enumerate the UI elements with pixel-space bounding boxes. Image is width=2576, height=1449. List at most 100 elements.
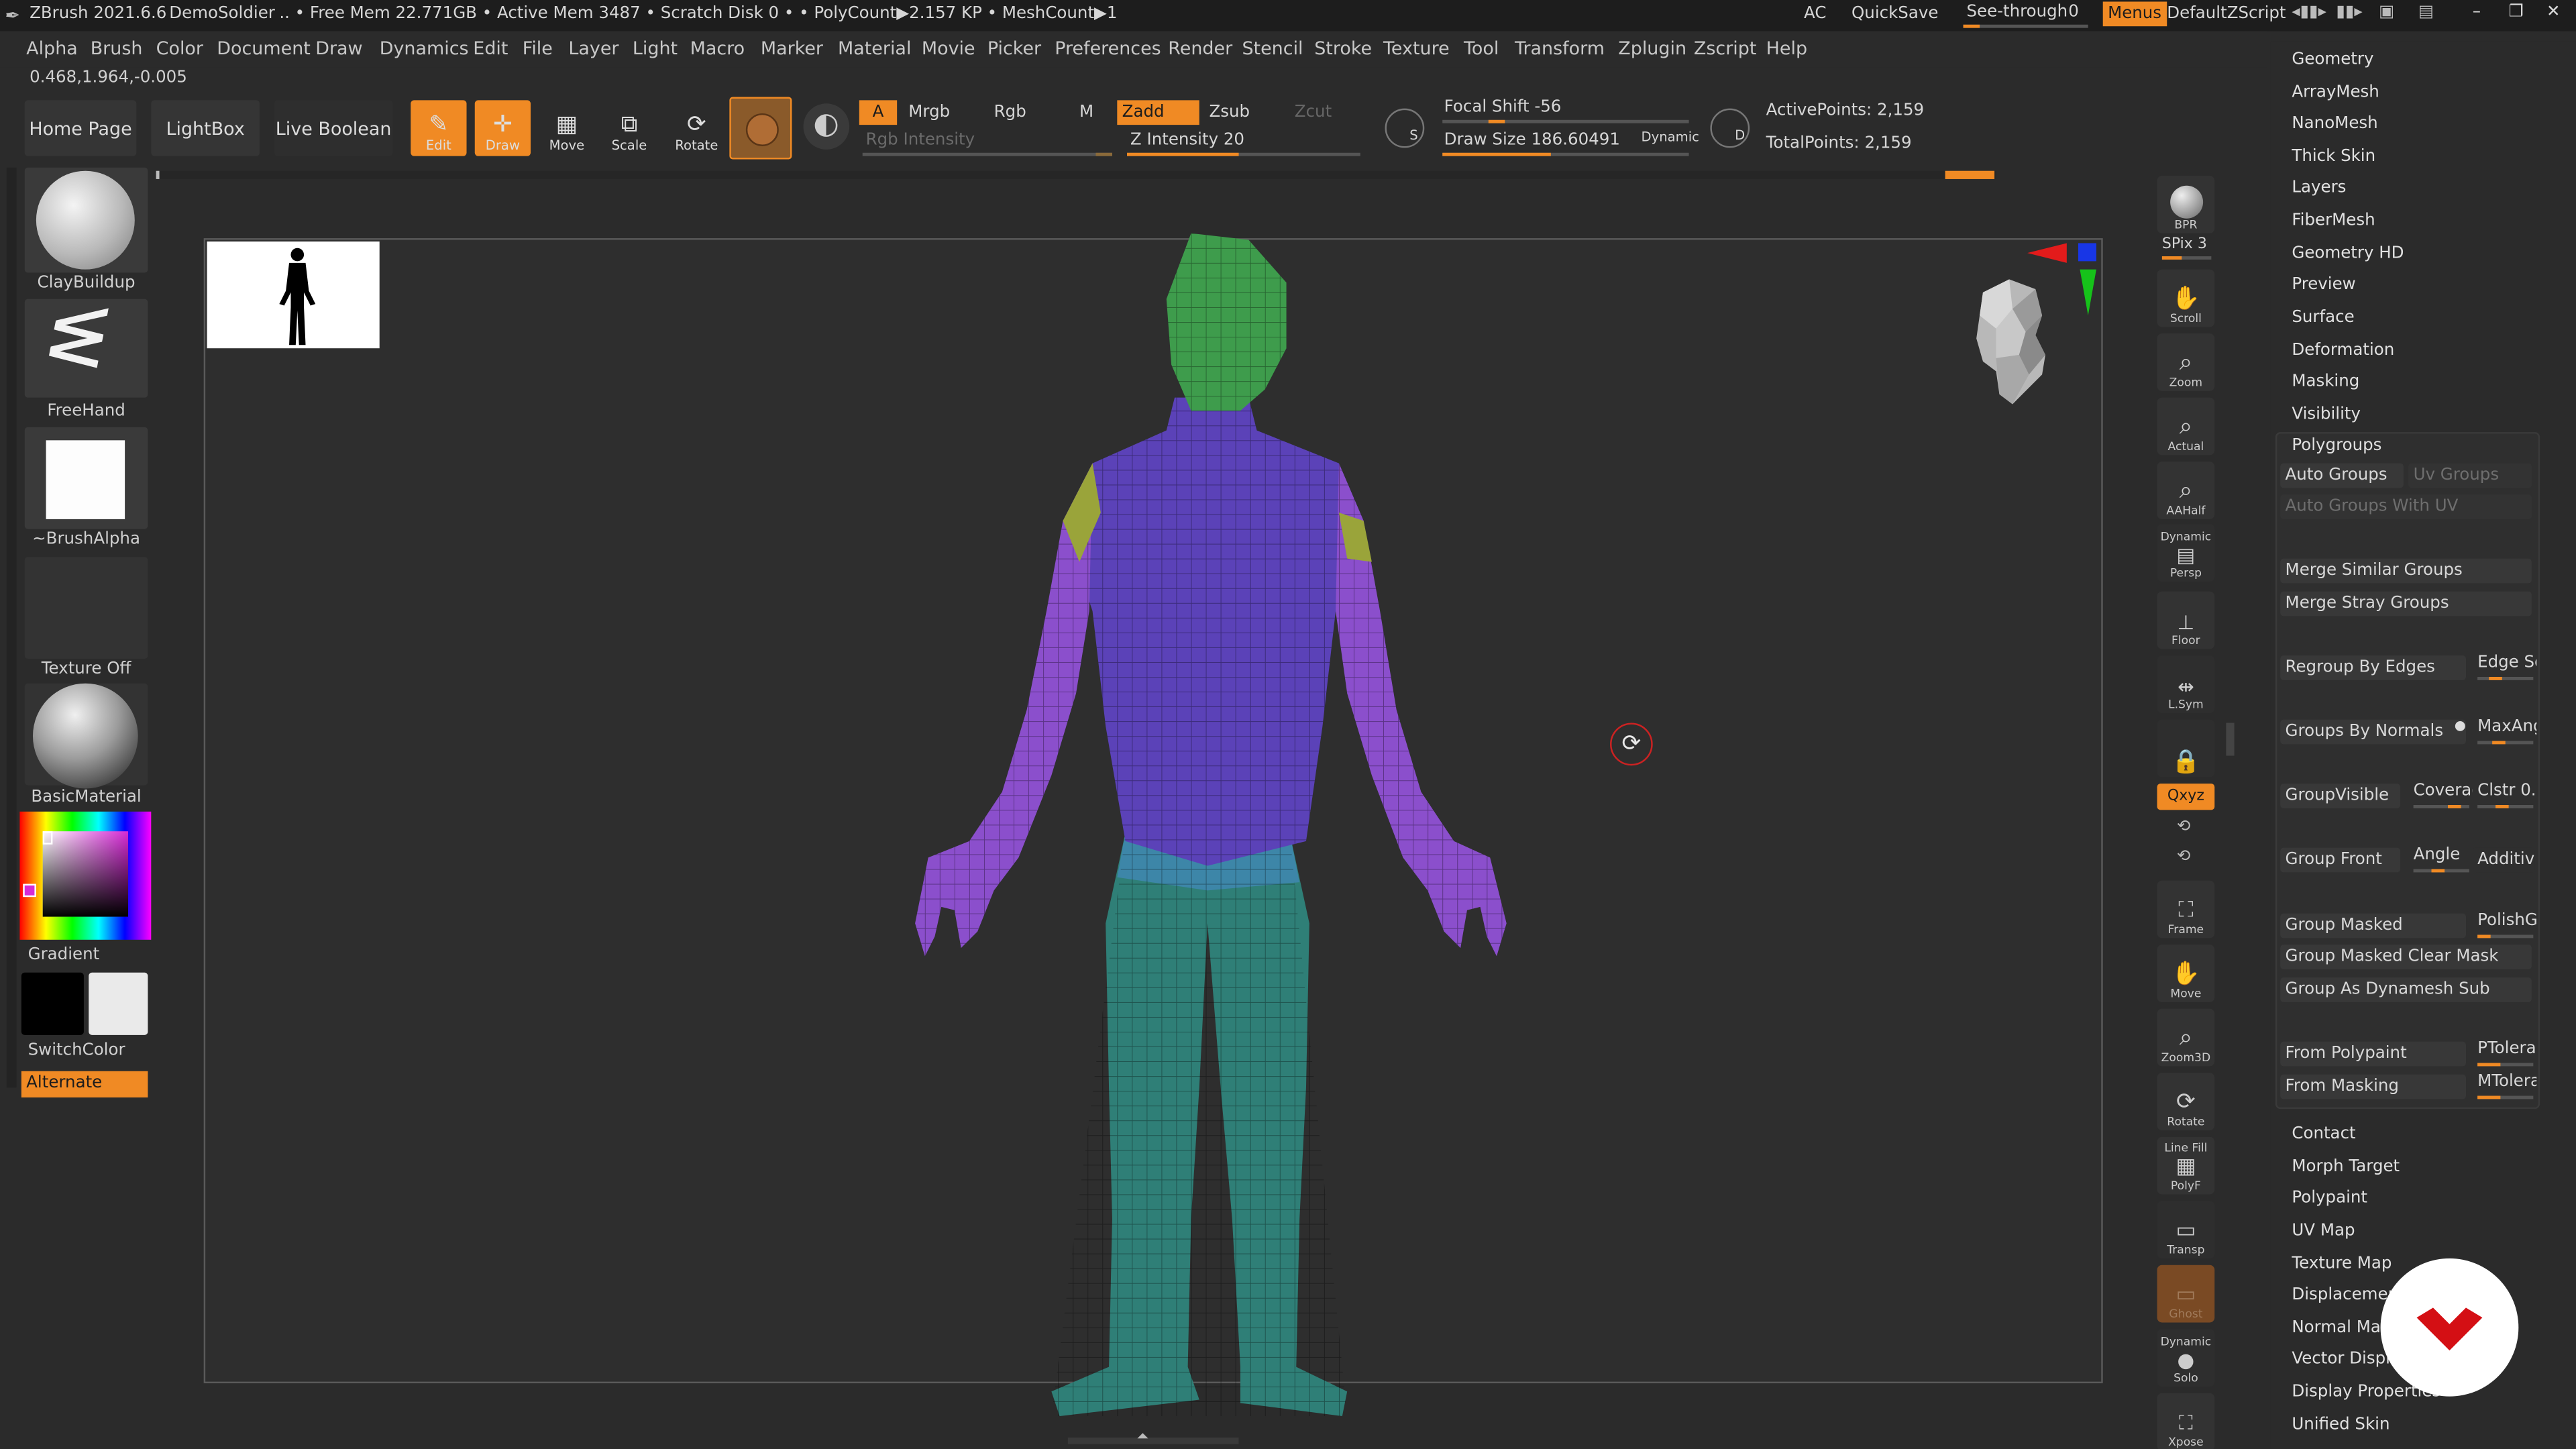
floor-button[interactable]: ⊥ Floor — [2157, 591, 2215, 649]
bpr-button[interactable]: BPR — [2157, 176, 2215, 233]
maxangle-slider[interactable]: MaxAng — [2473, 718, 2536, 746]
move-mode-button[interactable]: ▦ Move — [539, 100, 594, 156]
geometry-item[interactable]: Geometry — [2292, 51, 2373, 69]
deformation-item[interactable]: Deformation — [2292, 341, 2394, 360]
menu-edit[interactable]: Edit — [473, 38, 508, 59]
menus-button[interactable]: Menus — [2102, 1, 2167, 27]
thick-skin-item[interactable]: Thick Skin — [2292, 148, 2375, 166]
texture-selector[interactable] — [24, 557, 148, 659]
rotate-mode-button[interactable]: ⟳ Rotate — [669, 100, 724, 156]
normal-map-item[interactable]: Normal Map — [2292, 1320, 2383, 1338]
dynamic-toggle[interactable]: Dynamic — [1642, 129, 1699, 144]
torso-polygroup[interactable] — [1063, 397, 1364, 866]
edge-sensitivity-slider[interactable]: Edge Se — [2473, 654, 2536, 682]
menu-brush[interactable]: Brush — [91, 38, 143, 59]
auto-groups-uv-button[interactable]: Auto Groups With UV — [2280, 494, 2532, 519]
actual-button[interactable]: ⌕ Actual — [2157, 397, 2215, 455]
lazy-mouse-d-button[interactable]: D — [1710, 108, 1750, 148]
menu-preferences[interactable]: Preferences — [1055, 38, 1161, 59]
from-polypaint-button[interactable]: From Polypaint — [2280, 1041, 2466, 1067]
menu-material[interactable]: Material — [838, 38, 911, 59]
scale-mode-button[interactable]: ⧉ Scale — [601, 100, 657, 156]
menu-picker[interactable]: Picker — [987, 38, 1041, 59]
3d-model[interactable] — [896, 233, 1520, 1433]
right-arm-polygroup[interactable] — [1336, 463, 1507, 957]
silhouette-thumbnail[interactable] — [207, 241, 380, 349]
menu-help[interactable]: Help — [1766, 38, 1807, 59]
left-arm-polygroup[interactable] — [915, 463, 1101, 957]
brush-selector[interactable] — [24, 167, 148, 273]
legs-polygroup[interactable] — [1051, 833, 1348, 1417]
scroll-button[interactable]: ✋ Scroll — [2157, 269, 2215, 327]
mtolerance-slider[interactable]: MTolera — [2473, 1073, 2536, 1101]
group-masked-clear-mask-button[interactable]: Group Masked Clear Mask — [2280, 945, 2532, 969]
z-axis-icon[interactable]: ⟲ — [2177, 848, 2191, 866]
hue-marker[interactable] — [23, 883, 36, 898]
from-masking-button[interactable]: From Masking — [2280, 1074, 2466, 1099]
color-picker[interactable] — [19, 811, 152, 940]
unified-skin-item[interactable]: Unified Skin — [2292, 1416, 2390, 1434]
polyf-button[interactable]: Line Fill ▦ PolyF — [2157, 1136, 2215, 1195]
menu-stroke[interactable]: Stroke — [1314, 38, 1372, 59]
auto-groups-button[interactable]: Auto Groups — [2280, 463, 2404, 488]
menu-transform[interactable]: Transform — [1515, 38, 1605, 59]
aahalf-button[interactable]: ⌕ AAHalf — [2157, 462, 2215, 519]
group-visible-button[interactable]: GroupVisible — [2280, 784, 2400, 808]
nanomesh-item[interactable]: NanoMesh — [2292, 115, 2377, 133]
normals-toggle-dot-icon[interactable]: ● — [2455, 718, 2466, 733]
menu-layer[interactable]: Layer — [568, 38, 619, 59]
frame-button[interactable]: ⛶ Frame — [2157, 880, 2215, 938]
color-saturation-square[interactable] — [42, 831, 129, 917]
lazy-mouse-s-button[interactable]: S — [1385, 108, 1425, 148]
lsym-button[interactable]: ⇹ L.Sym — [2157, 655, 2215, 713]
texture-map-item[interactable]: Texture Map — [2292, 1255, 2392, 1273]
document-canvas[interactable]: ⟳ — [203, 233, 2103, 1417]
a-toggle[interactable]: A — [859, 100, 898, 125]
window-layout-icon[interactable]: ▣ — [2379, 3, 2394, 21]
zoom3d-button[interactable]: ⌕ Zoom3D — [2157, 1008, 2215, 1067]
menu-document[interactable]: Document — [217, 38, 311, 59]
alpha-selector[interactable] — [24, 427, 148, 529]
home-page-button[interactable]: Home Page — [24, 100, 137, 156]
zscript-name[interactable]: DefaultZScript — [2167, 5, 2286, 23]
menu-file[interactable]: File — [523, 38, 553, 59]
rgb-intensity-slider[interactable]: Rgb Intensity — [859, 129, 1116, 156]
edit-mode-button[interactable]: ✎ Edit — [411, 100, 467, 156]
primary-color-swatch[interactable] — [89, 972, 148, 1035]
menu-texture[interactable]: Texture — [1383, 38, 1450, 59]
quicksave-button[interactable]: QuickSave — [1851, 5, 1938, 23]
preview-item[interactable]: Preview — [2292, 276, 2355, 294]
coverage-slider[interactable]: Coverag — [2408, 782, 2473, 810]
merge-stray-groups-button[interactable]: Merge Stray Groups — [2280, 591, 2532, 616]
additive-button[interactable]: Additive — [2472, 847, 2535, 873]
menu-color[interactable]: Color — [156, 38, 203, 59]
z-intensity-slider[interactable]: Z Intensity 20 — [1124, 129, 1364, 156]
menu-dynamics[interactable]: Dynamics — [380, 38, 469, 59]
visibility-item[interactable]: Visibility — [2292, 406, 2361, 424]
surface-item[interactable]: Surface — [2292, 309, 2354, 327]
group-as-dynamesh-sub-button[interactable]: Group As Dynamesh Sub — [2280, 977, 2532, 1002]
morph-target-item[interactable]: Morph Target — [2292, 1159, 2400, 1177]
see-through-slider[interactable]: See-through 0 — [1958, 1, 2093, 28]
fibermesh-item[interactable]: FiberMesh — [2292, 212, 2375, 230]
displacement-map-item[interactable]: Displacement Map — [2292, 1287, 2394, 1305]
window-split-icon[interactable]: ▤ — [2418, 3, 2434, 21]
alternate-button[interactable]: Alternate — [21, 1071, 148, 1097]
polypaint-item[interactable]: Polypaint — [2292, 1189, 2367, 1208]
cluster-slider[interactable]: Clstr 0. — [2473, 782, 2536, 810]
close-icon[interactable]: ✕ — [2546, 3, 2561, 21]
groups-by-normals-button[interactable]: Groups By Normals — [2280, 719, 2466, 745]
solo-button[interactable]: Dynamic ● Solo — [2157, 1329, 2215, 1387]
axis-gizmo-icon[interactable] — [2021, 240, 2100, 325]
material-swatch-button[interactable] — [729, 97, 792, 160]
brush-modifier-button[interactable]: ◐ — [803, 103, 850, 150]
menu-alpha[interactable]: Alpha — [26, 38, 78, 59]
spix-slider[interactable]: SPix 3 — [2157, 235, 2215, 261]
menu-marker[interactable]: Marker — [761, 38, 823, 59]
layout-arrows-icon[interactable]: ◂▮▮▸ — [2292, 3, 2326, 21]
draw-mode-button[interactable]: ✛ Draw — [474, 100, 531, 156]
stroke-selector[interactable]: ᓬ — [24, 292, 148, 398]
persp-button[interactable]: Dynamic ▤ Persp — [2157, 524, 2215, 582]
expand-up-icon[interactable]: ⏶ — [1137, 1430, 1149, 1446]
switch-color-button[interactable]: SwitchColor — [28, 1042, 125, 1060]
